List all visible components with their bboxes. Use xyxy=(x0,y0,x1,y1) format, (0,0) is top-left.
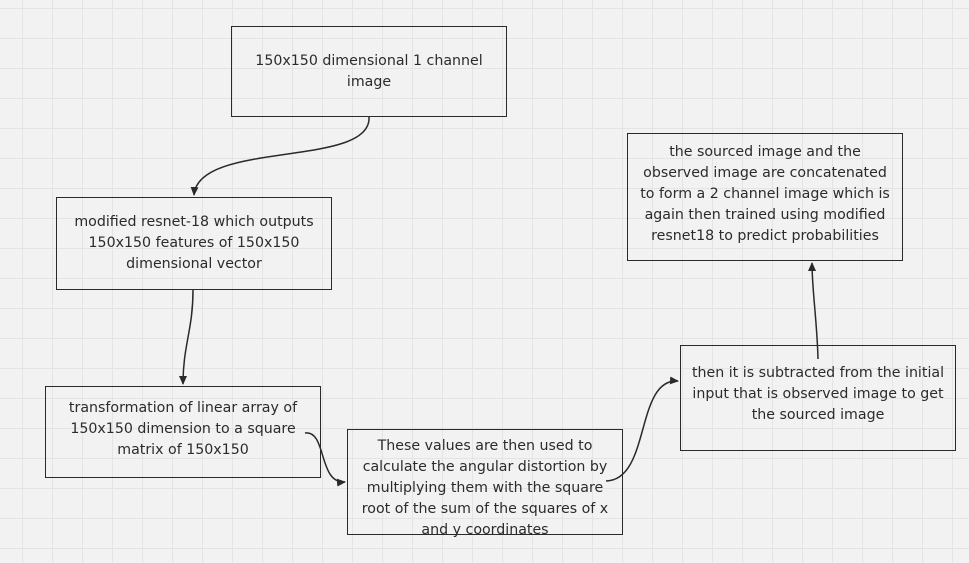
edge-transformation-to-angular[interactable] xyxy=(304,432,346,487)
connector-layer xyxy=(179,116,819,487)
edge-angular-to-subtraction[interactable] xyxy=(605,376,679,482)
edge-input-to-resnet[interactable] xyxy=(190,116,370,196)
edge-resnet-to-transformation[interactable] xyxy=(179,289,194,385)
edge-subtraction-to-concatenation[interactable] xyxy=(808,262,819,360)
